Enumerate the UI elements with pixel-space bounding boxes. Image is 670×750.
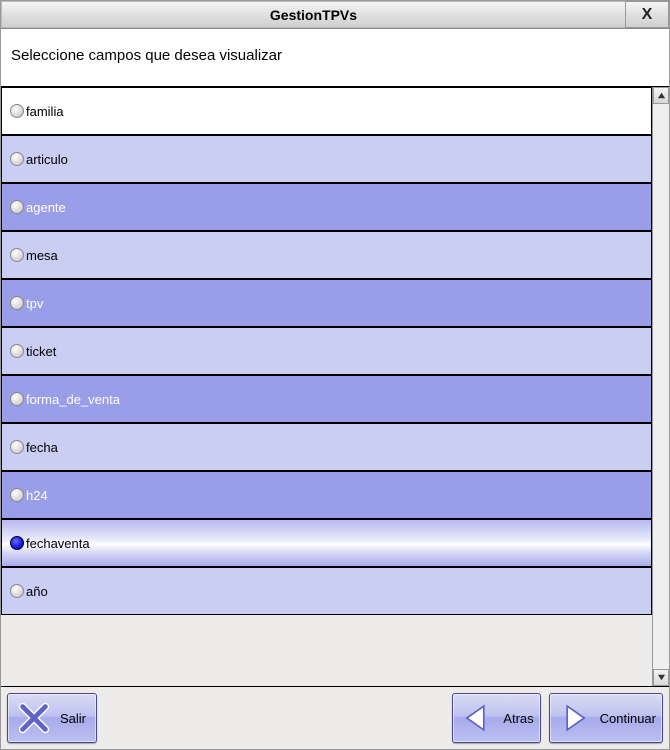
scroll-track[interactable] [653, 104, 669, 669]
scroll-down-button[interactable] [653, 669, 669, 686]
radio-icon[interactable] [10, 200, 24, 214]
field-label: forma_de_venta [26, 392, 120, 407]
radio-icon[interactable] [10, 152, 24, 166]
field-row-agente[interactable]: agente [1, 183, 652, 231]
continuar-label: Continuar [600, 711, 656, 726]
radio-icon[interactable] [10, 248, 24, 262]
field-row-forma_de_venta[interactable]: forma_de_venta [1, 375, 652, 423]
window-title: GestionTPVs [1, 1, 625, 28]
radio-icon[interactable] [10, 440, 24, 454]
field-row-tpv[interactable]: tpv [1, 279, 652, 327]
atras-button[interactable]: Atras [452, 693, 540, 743]
scroll-up-button[interactable] [653, 87, 669, 104]
radio-icon[interactable] [10, 488, 24, 502]
field-label: fechaventa [26, 536, 90, 551]
salir-button[interactable]: Salir [7, 693, 97, 743]
salir-label: Salir [60, 711, 86, 726]
arrow-right-icon [552, 696, 596, 740]
radio-icon[interactable] [10, 344, 24, 358]
field-row-familia[interactable]: familia [1, 87, 652, 135]
arrow-left-icon [455, 696, 499, 740]
field-list: familia articulo agente mesa tpv ticket forma_… [1, 87, 652, 686]
field-row-fecha[interactable]: fecha [1, 423, 652, 471]
titlebar: GestionTPVs X [1, 1, 669, 29]
continuar-button[interactable]: Continuar [549, 693, 663, 743]
window: GestionTPVs X Seleccione campos que dese… [0, 0, 670, 750]
field-row-articulo[interactable]: articulo [1, 135, 652, 183]
field-label: agente [26, 200, 66, 215]
field-row-fechaventa[interactable]: fechaventa [1, 519, 652, 567]
chevron-down-icon [657, 673, 666, 682]
chevron-up-icon [657, 91, 666, 100]
radio-icon[interactable] [10, 296, 24, 310]
field-label: ticket [26, 344, 56, 359]
list-container: familia articulo agente mesa tpv ticket forma_… [1, 87, 669, 687]
close-button[interactable]: X [625, 1, 669, 28]
close-x-icon [12, 696, 56, 740]
field-row-h24[interactable]: h24 [1, 471, 652, 519]
field-row-mesa[interactable]: mesa [1, 231, 652, 279]
prompt-text: Seleccione campos que desea visualizar [1, 29, 669, 87]
footer: Salir Atras Continuar [1, 687, 669, 749]
radio-icon[interactable] [10, 104, 24, 118]
field-row-año[interactable]: año [1, 567, 652, 615]
scrollbar[interactable] [652, 87, 669, 686]
field-label: mesa [26, 248, 58, 263]
atras-label: Atras [503, 711, 533, 726]
field-label: tpv [26, 296, 43, 311]
radio-icon[interactable] [10, 536, 24, 550]
field-label: familia [26, 104, 64, 119]
radio-icon[interactable] [10, 584, 24, 598]
radio-icon[interactable] [10, 392, 24, 406]
field-row-ticket[interactable]: ticket [1, 327, 652, 375]
field-label: h24 [26, 488, 48, 503]
field-label: año [26, 584, 48, 599]
field-label: articulo [26, 152, 68, 167]
field-label: fecha [26, 440, 58, 455]
